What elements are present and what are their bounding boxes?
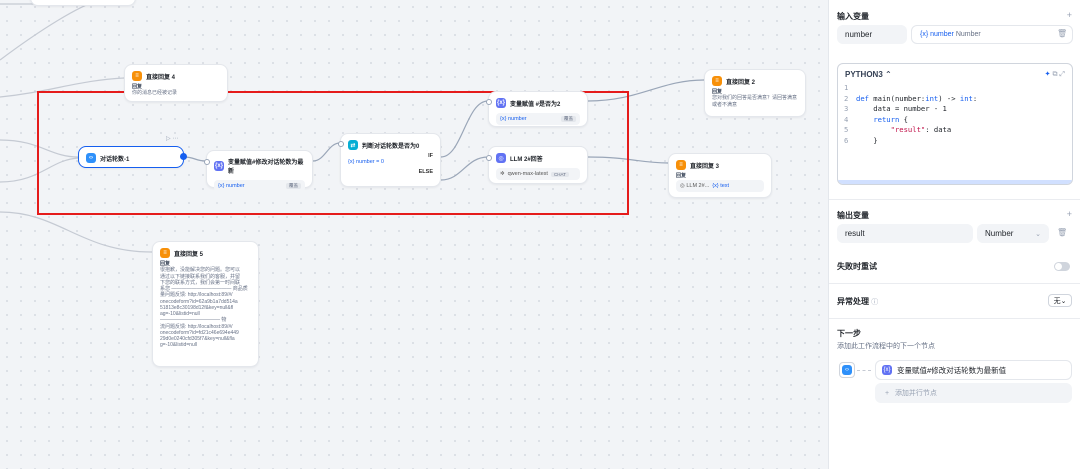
node-title: 直接回复 2 (726, 79, 756, 86)
copy-icon[interactable]: ⧉ (1052, 71, 1057, 78)
node-counter[interactable]: ‹› 对话轮数-1 (78, 146, 187, 168)
assigned-var: {x} number (218, 183, 245, 189)
error-handling-label: 异常处理 ⓘ (837, 297, 879, 306)
node-reply-4[interactable]: ≡ 直接回复 4 回复 你的消息已经被记录 (124, 64, 228, 102)
code-scrollbar[interactable] (838, 180, 1072, 184)
node-label: 回复 (676, 173, 687, 179)
node-title: 直接回复 3 (690, 163, 720, 170)
code-editor[interactable]: PYTHON3 ⌃ ✦ ⧉ ⤢ 1 2 def main(number:int) -… (837, 63, 1073, 185)
node-reply-5[interactable]: ≡ 直接回复 5 回复 很抱歉，没能解决您的问题。您可以 通过以下链接联系我们的客服… (152, 241, 259, 367)
node-reply-2[interactable]: ≡ 直接回复 2 回复 您对我们的回答是否满意？请回答满意 或者不满意 (704, 69, 806, 117)
llm-icon: ◎ (496, 153, 506, 163)
node-title: 变量赋值#修改对话轮数为最新 (228, 160, 304, 175)
node-run-icon[interactable]: ▷ ⋯ (166, 135, 178, 142)
retry-toggle[interactable] (1054, 262, 1070, 271)
node-title: 直接回复 5 (174, 251, 204, 258)
node-title: 判断对话轮数是否为0 (362, 143, 420, 150)
model-icon: ✲ (500, 171, 505, 177)
reply-icon: ≡ (676, 160, 686, 170)
input-var-name[interactable]: number (837, 25, 907, 44)
code-line: 5 "result": data (844, 125, 952, 134)
reply-line: 很抱歉，没能解决您的问题。您可以 (160, 267, 241, 274)
next-node-item[interactable]: {x} 变量赋值#修改对话轮数为最新值 (875, 360, 1072, 380)
input-vars-title: 输入变量 (837, 12, 869, 21)
trash-icon[interactable]: 🗑 (1057, 228, 1067, 237)
node-text: 你的消息已经被记录 (132, 90, 178, 97)
node-config-panel: 输入变量 + number {x} number Number 🗑 PYTHON… (828, 0, 1080, 469)
output-var-name[interactable]: result (837, 224, 973, 243)
add-input-icon[interactable]: + (1067, 10, 1072, 20)
chevron-down-icon: ⌄ (1035, 230, 1041, 238)
next-step-desc: 添加此工作流程中的下一个节点 (837, 343, 935, 350)
node-text: 回复 很抱歉，没能解决您的问题。您可以 通过以下链接联系我们的客服，并留 下您的联系… (153, 261, 258, 349)
node-reply-3[interactable]: ≡ 直接回复 3 回复 ◎ LLM 2#... {x} text (668, 153, 772, 198)
model-tag: CHAT (550, 171, 569, 177)
expand-icon[interactable]: ⤢ (1059, 71, 1065, 78)
node-llm[interactable]: ◎ LLM 2#回答 ✲ qwen-max-latest CHAT (486, 146, 588, 184)
code-line: 2 def main(number:int) -> int: (844, 93, 978, 103)
connector-line (857, 370, 871, 371)
code-line: 3 data = number - 1 (844, 104, 947, 113)
reply-line: g=-10&listid=null (160, 342, 197, 349)
else-label: ELSE (418, 169, 433, 175)
variable-assign-icon: {x} (496, 98, 506, 108)
assign-mode-tag: 覆盖 (286, 183, 301, 189)
current-node-icon: ‹› (839, 362, 855, 378)
branch-icon: ⇄ (348, 140, 358, 150)
reply-line: onecodeform?id=62a9b1a7dd514a (160, 298, 238, 305)
model-name: qwen-max-latest (507, 171, 548, 177)
workflow-canvas[interactable]: ≡ 直接回复 4 回复 你的消息已经被记录 ‹› 对话轮数-1 ▷ ⋯ {x} 变量赋值… (0, 0, 828, 469)
reply-icon: ≡ (160, 248, 170, 258)
code-line: 4 return { (844, 114, 908, 124)
variable-assign-icon: {x} (882, 365, 892, 375)
error-handling-select[interactable]: 无 ⌄ (1048, 294, 1072, 307)
reply-icon: ≡ (132, 71, 142, 81)
variable-icon: {x} (920, 31, 931, 38)
trash-icon[interactable]: 🗑 (1057, 29, 1067, 38)
node-title: LLM 2#回答 (510, 156, 543, 163)
language-selector[interactable]: PYTHON3 ⌃ (845, 70, 892, 79)
code-line: 6 } (844, 135, 878, 145)
add-parallel-node-button[interactable]: + 添加并行节点 (875, 383, 1072, 403)
info-icon: ⓘ (871, 299, 879, 306)
node-partial-top[interactable] (30, 0, 136, 6)
assigned-var: {x} number (500, 116, 527, 122)
node-text: 您对我们的回答是否满意？请回答满意 或者不满意 (712, 95, 798, 108)
node-assign-satisfied[interactable]: {x} 变量赋值 #是否为2 {x} number 覆盖 (486, 91, 588, 127)
input-var-ref[interactable]: {x} number Number (911, 25, 1073, 44)
code-icon: ‹› (86, 153, 96, 163)
input-port[interactable] (486, 99, 492, 105)
input-port[interactable] (338, 141, 344, 147)
ai-generate-icon[interactable]: ✦ (1045, 71, 1051, 78)
node-assign-counter[interactable]: {x} 变量赋值#修改对话轮数为最新 {x} number 覆盖 (204, 150, 313, 192)
next-step-title: 下一步 (837, 329, 861, 338)
code-line: 1 (844, 83, 849, 92)
node-if-else[interactable]: ⇄ 判断对话轮数是否为0 IF {x} number = 0 ELSE (338, 133, 441, 187)
assign-mode-tag: 覆盖 (561, 116, 576, 122)
retry-label: 失败时重试 (837, 262, 877, 271)
reply-line: 通过以下链接联系我们的客服，并留 (160, 273, 241, 280)
node-title: 直接回复 4 (146, 74, 176, 81)
input-port[interactable] (204, 159, 210, 165)
code-lines: 1 2 def main(number:int) -> int: 3 data = n… (838, 83, 1072, 146)
reply-icon: ≡ (712, 76, 722, 86)
add-next-port[interactable] (180, 153, 187, 160)
var-ref-llm: ◎ LLM 2#... (680, 183, 710, 190)
if-condition: {x} number = 0 (348, 159, 384, 165)
input-port[interactable] (486, 155, 492, 161)
output-type-select[interactable]: Number ⌄ (977, 224, 1049, 243)
node-title: 变量赋值 #是否为2 (510, 101, 561, 108)
output-vars-title: 输出变量 (837, 211, 869, 220)
add-output-icon[interactable]: + (1067, 209, 1072, 219)
node-title: 对话轮数-1 (100, 156, 130, 163)
variable-assign-icon: {x} (214, 161, 224, 171)
var-ref-text: {x} text (712, 183, 730, 190)
